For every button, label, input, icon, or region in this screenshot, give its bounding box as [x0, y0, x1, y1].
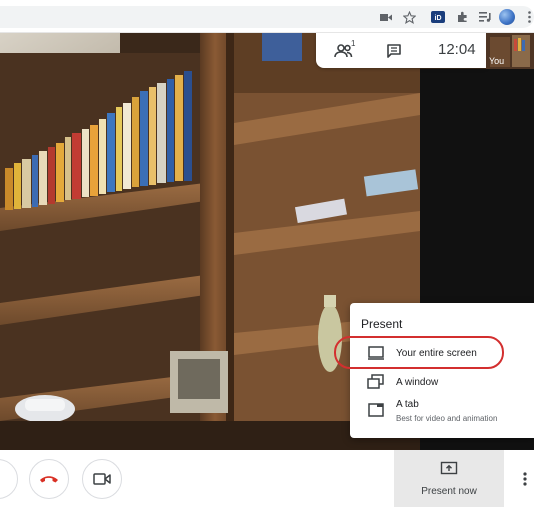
end-call-button[interactable]	[29, 459, 69, 499]
present-menu-title: Present	[361, 317, 403, 331]
present-menu: Present Your entire screen A window A ta…	[350, 303, 534, 438]
tab-icon	[368, 403, 384, 417]
video-camera-icon	[93, 473, 111, 485]
participants-button[interactable]: 1	[328, 39, 360, 63]
browser-toolbar: iD	[0, 0, 534, 33]
extension-id-icon[interactable]: iD	[429, 9, 447, 25]
camera-icon[interactable]	[377, 9, 395, 25]
star-icon[interactable]	[400, 9, 418, 25]
menu-item-label: A tab	[396, 399, 419, 410]
present-screen-icon	[440, 461, 458, 475]
self-view-label: You	[489, 56, 505, 66]
more-options-icon[interactable]	[522, 472, 528, 486]
menu-item-label: A window	[396, 377, 439, 388]
camera-toggle-button[interactable]	[82, 459, 122, 499]
participant-count: 1	[351, 39, 356, 48]
kebab-menu-icon[interactable]	[525, 9, 533, 25]
menu-item-window[interactable]: A window	[350, 368, 534, 396]
present-now-button[interactable]: Present now	[394, 450, 504, 507]
microphone-button[interactable]	[0, 459, 18, 499]
chat-button[interactable]	[378, 39, 410, 63]
window-icon	[367, 374, 384, 389]
present-now-label: Present now	[421, 486, 477, 497]
menu-item-tab[interactable]: A tab Best for video and animation	[350, 396, 534, 430]
highlight-annotation	[334, 336, 504, 369]
media-queue-icon[interactable]	[476, 9, 494, 25]
meeting-info-bar: 1 12:04	[316, 33, 486, 68]
profile-avatar[interactable]	[499, 9, 515, 25]
meeting-clock: 12:04	[438, 41, 476, 58]
svg-text:iD: iD	[435, 15, 442, 22]
chat-icon	[387, 44, 401, 58]
hang-up-icon	[40, 476, 58, 483]
call-controls-bar: Present now	[0, 450, 534, 507]
puzzle-icon[interactable]	[454, 9, 472, 25]
menu-item-sublabel: Best for video and animation	[396, 414, 498, 423]
